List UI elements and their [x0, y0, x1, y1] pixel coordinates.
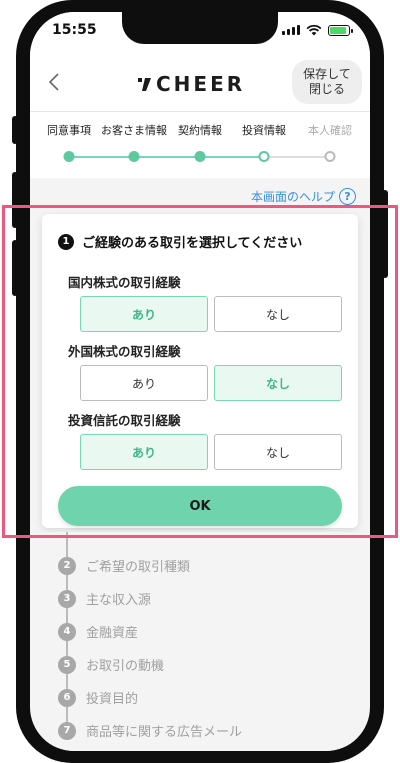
investment-trust-label: 投資信託の取引経験 [68, 413, 181, 428]
list-item: 2 ご希望の取引種類 [58, 556, 190, 575]
status-time: 15:55 [52, 22, 97, 38]
investment-trust-yes-option[interactable]: あり [80, 434, 208, 470]
wifi-icon [306, 24, 322, 36]
chevron-left-icon [48, 73, 59, 91]
step-line-future [264, 156, 328, 158]
list-item: 3 主な収入源 [58, 589, 151, 608]
help-link-label: 本画面のヘルプ [250, 190, 335, 204]
investment-trust-options: あり なし [80, 434, 342, 470]
signal-icon [282, 25, 300, 35]
foreign-stock-options: あり なし [80, 365, 342, 401]
save-and-close-button[interactable]: 保存して 閉じる [292, 60, 362, 104]
domestic-stock-yes-option[interactable]: あり [80, 296, 208, 332]
power-button [382, 190, 388, 278]
list-item: 4 金融資産 [58, 622, 138, 641]
list-item-number: 3 [58, 589, 76, 608]
volume-down-button [12, 240, 18, 296]
cheer-logo: CHEER [138, 72, 245, 96]
step-label-agreement: 同意事項 [47, 124, 91, 137]
ok-button[interactable]: OK [58, 486, 342, 526]
step-dot-5 [324, 151, 336, 162]
step-dot-3 [194, 151, 206, 162]
battery-icon [328, 24, 353, 36]
question-card: 1 ご経験のある取引を選択してください 国内株式の取引経験 あり なし 外国株式… [42, 214, 358, 528]
list-item-label: ご希望の取引種類 [86, 560, 191, 575]
investment-trust-no-option[interactable]: なし [214, 434, 342, 470]
domestic-stock-no-option[interactable]: なし [214, 296, 342, 332]
step-dot-1 [63, 151, 75, 162]
help-link[interactable]: 本画面のヘルプ ? [251, 188, 356, 205]
list-item-label: お取引の動機 [86, 659, 165, 674]
status-icons [282, 24, 353, 36]
domestic-stock-options: あり なし [80, 296, 342, 332]
list-item: 5 お取引の動機 [58, 655, 164, 674]
list-item-number: 2 [58, 556, 76, 575]
step-label-identity: 本人確認 [308, 124, 352, 137]
step-label-investment-info: 投資情報 [242, 124, 286, 137]
question-title: 1 ご経験のある取引を選択してください [58, 232, 302, 251]
phone-screen: 15:55 CHEER 保存して 閉じる 同意事項 お客さま情報 契約情報 投資… [30, 12, 370, 751]
foreign-stock-label: 外国株式の取引経験 [68, 344, 181, 359]
list-item-label: 商品等に関する広告メール [86, 725, 243, 740]
foreign-stock-yes-option[interactable]: あり [80, 365, 208, 401]
logo-mark-icon [138, 78, 151, 91]
step-label-contract-info: 契約情報 [178, 124, 222, 137]
step-label-customer-info: お客さま情報 [101, 124, 167, 137]
list-item-number: 6 [58, 688, 76, 707]
volume-up-button [12, 172, 18, 228]
list-item-number: 5 [58, 655, 76, 674]
domestic-stock-label: 国内株式の取引経験 [68, 275, 181, 290]
step-line-done [69, 156, 264, 158]
logo-text: CHEER [156, 72, 246, 96]
list-item: 7 商品等に関する広告メール [58, 721, 242, 740]
back-button[interactable] [40, 68, 68, 96]
list-item-label: 投資目的 [86, 692, 139, 707]
remaining-questions-list: 2 ご希望の取引種類 3 主な収入源 4 金融資産 5 お取引の動機 6 投資目… [42, 532, 358, 751]
list-item-label: 主な収入源 [86, 593, 152, 608]
list-item-label: 金融資産 [86, 626, 139, 641]
question-number-badge: 1 [58, 233, 74, 250]
list-item-number: 7 [58, 721, 76, 740]
list-item: 6 投資目的 [58, 688, 138, 707]
progress-steps: 同意事項 お客さま情報 契約情報 投資情報 本人確認 [30, 112, 370, 178]
question-title-text: ご経験のある取引を選択してください [82, 236, 303, 251]
question-icon: ? [339, 188, 356, 205]
foreign-stock-no-option[interactable]: なし [214, 365, 342, 401]
step-dot-4 [258, 151, 270, 162]
app-header: CHEER 保存して 閉じる [30, 52, 370, 112]
notch [122, 12, 278, 44]
silent-switch [12, 116, 18, 144]
step-dot-2 [128, 151, 140, 162]
list-item-number: 4 [58, 622, 76, 641]
